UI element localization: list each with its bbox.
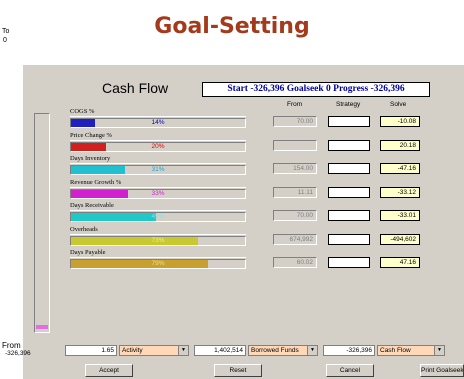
progress-bar: 49% xyxy=(70,212,246,222)
row-label: COGS % xyxy=(70,108,95,115)
cancel-button[interactable]: Cancel xyxy=(326,364,374,377)
progress-bar: 79% xyxy=(70,259,246,269)
strategy-input[interactable] xyxy=(328,139,370,151)
progress-percent: 49% xyxy=(151,213,165,220)
to-label: To xyxy=(2,28,10,35)
from-value-field: 70.00 xyxy=(273,210,317,221)
cash-flow-select-value: Cash Flow xyxy=(380,347,411,354)
accept-button[interactable]: Accept xyxy=(85,364,133,377)
from-label: From xyxy=(2,341,21,350)
row-separator xyxy=(70,163,246,164)
row-separator xyxy=(70,139,246,141)
chevron-down-icon[interactable]: ▼ xyxy=(178,346,188,355)
row-label: Revenue Growth % xyxy=(70,178,122,186)
progress-percent: 31% xyxy=(151,166,165,173)
strategy-input[interactable] xyxy=(328,116,370,127)
cash-flow-title: Cash Flow xyxy=(102,80,169,96)
solve-value-field: -33.12 xyxy=(380,186,420,198)
progress-bar: 31% xyxy=(70,165,246,175)
to-value: 0 xyxy=(3,37,7,44)
from-value-field xyxy=(273,139,317,151)
progress-bar: 14% xyxy=(70,118,246,128)
vertical-progress-track xyxy=(34,113,50,333)
column-header-solve: Solve xyxy=(390,101,407,108)
row-separator xyxy=(70,233,246,235)
progress-bar: 73% xyxy=(70,235,246,246)
borrowed-funds-select[interactable]: Borrowed Funds ▼ xyxy=(248,345,318,356)
from-value-field: 70.00 xyxy=(273,116,317,127)
activity-value-field[interactable]: 1.65 xyxy=(65,345,117,356)
progress-percent: 73% xyxy=(151,236,165,244)
chevron-down-icon[interactable]: ▼ xyxy=(434,346,444,355)
row-separator xyxy=(70,257,246,258)
from-value-field: 154.00 xyxy=(273,163,317,174)
progress-percent: 79% xyxy=(151,260,165,267)
solve-value-field: 47.16 xyxy=(380,257,420,268)
cash-flow-select[interactable]: Cash Flow ▼ xyxy=(377,345,445,356)
vertical-progress-marker xyxy=(36,325,48,329)
strategy-input[interactable] xyxy=(328,233,370,245)
column-header-strategy: Strategy xyxy=(336,101,361,108)
borrowed-funds-value-field[interactable]: 1,402,514 xyxy=(194,345,246,356)
solve-value-field: -47.16 xyxy=(380,163,420,174)
row-label: Days Payable xyxy=(70,249,106,256)
strategy-input[interactable] xyxy=(328,210,370,221)
strategy-input[interactable] xyxy=(328,186,370,198)
from-value: -326,396 xyxy=(5,350,31,357)
goalseek-summary: Start -326,396 Goalseek 0 Progress -326,… xyxy=(202,82,430,97)
row-label: Days Receivable xyxy=(70,202,114,209)
page-heading: Goal-Setting xyxy=(154,14,310,39)
activity-select-value: Activity xyxy=(122,347,143,354)
progress-percent: 20% xyxy=(151,142,165,150)
row-separator xyxy=(70,116,246,117)
strategy-input[interactable] xyxy=(328,257,370,268)
row-label: Days Inventory xyxy=(70,155,111,162)
activity-select[interactable]: Activity ▼ xyxy=(119,345,189,356)
row-label: Overheads xyxy=(70,225,98,233)
column-header-from: From xyxy=(287,101,303,108)
progress-percent: 14% xyxy=(151,119,165,126)
progress-bar: 20% xyxy=(70,141,246,152)
borrowed-funds-select-value: Borrowed Funds xyxy=(251,347,299,354)
print-goalseek-button[interactable]: Print Goalseek xyxy=(420,364,464,377)
row-label: Price Change % xyxy=(70,131,112,139)
reset-button[interactable]: Reset xyxy=(214,364,262,377)
from-value-field: 60.02 xyxy=(273,257,317,268)
from-value-field: 674,992 xyxy=(273,233,317,245)
progress-percent: 33% xyxy=(151,189,165,197)
row-separator xyxy=(70,210,246,211)
progress-bar: 33% xyxy=(70,188,246,199)
strategy-input[interactable] xyxy=(328,163,370,174)
solve-value-field: -494,602 xyxy=(380,233,420,245)
solve-value-field: -33.01 xyxy=(380,210,420,221)
solve-value-field: -10.08 xyxy=(380,116,420,127)
row-separator xyxy=(70,186,246,188)
from-value-field: 11.11 xyxy=(273,186,317,198)
cash-flow-value-field[interactable]: -326,396 xyxy=(323,345,375,356)
solve-value-field: 20.18 xyxy=(380,139,420,151)
chevron-down-icon[interactable]: ▼ xyxy=(307,346,317,355)
